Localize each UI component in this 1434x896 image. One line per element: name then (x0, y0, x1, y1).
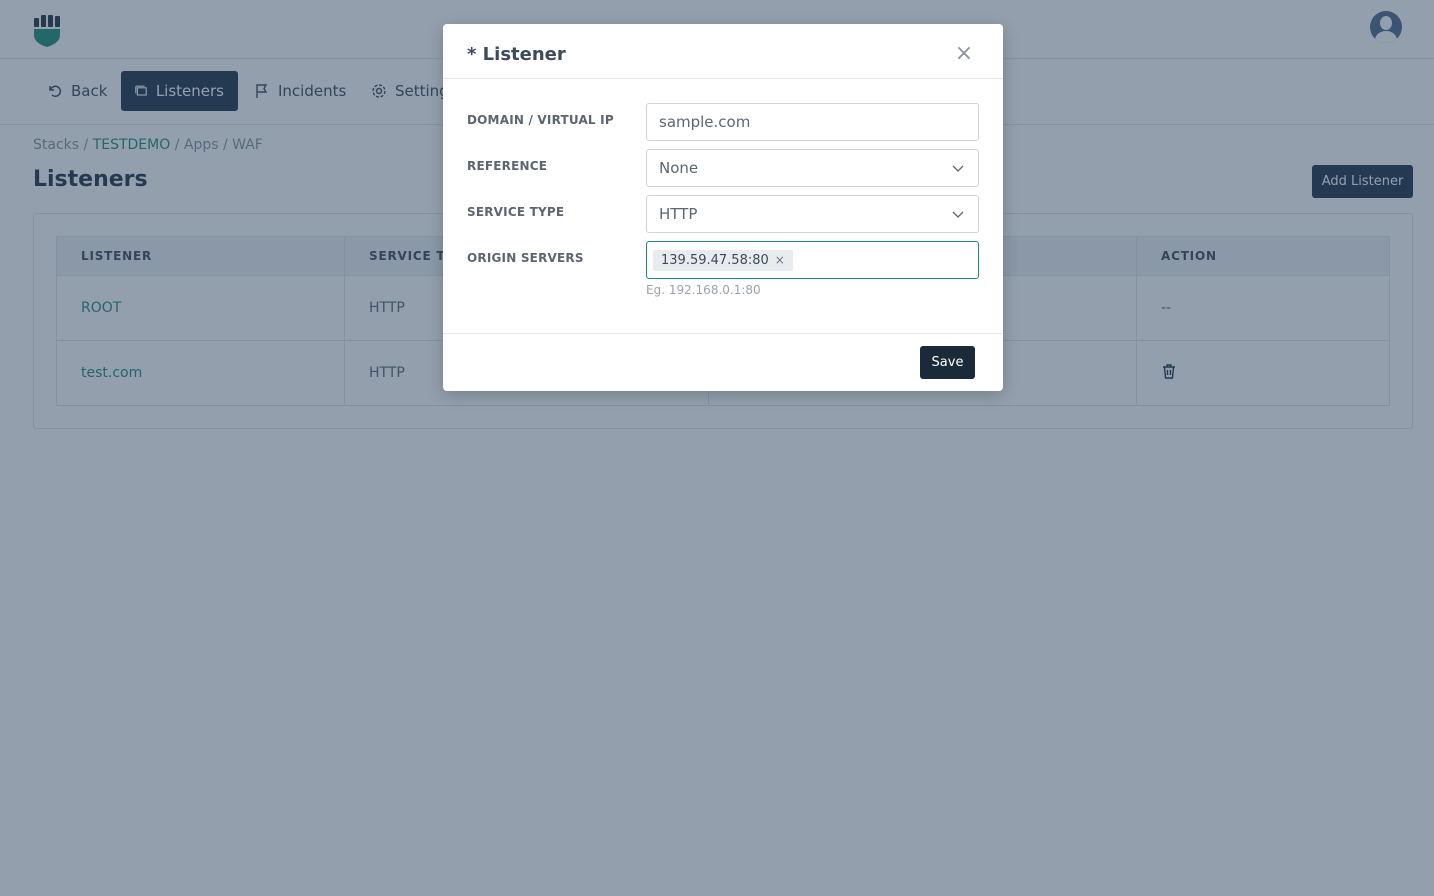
domain-label: DOMAIN / VIRTUAL IP (467, 113, 614, 127)
reference-select[interactable]: None (646, 149, 979, 187)
close-icon[interactable]: × (953, 43, 975, 65)
reference-value: None (659, 159, 699, 177)
modal-header: * Listener × (443, 24, 1003, 79)
service-type-label: SERVICE TYPE (467, 205, 565, 219)
modal-title: * Listener (467, 44, 566, 65)
save-button[interactable]: Save (920, 346, 975, 379)
origin-server-tag-text: 139.59.47.58:80 (661, 252, 769, 268)
domain-input[interactable]: sample.com (646, 103, 979, 141)
origin-server-tag: 139.59.47.58:80 × (653, 249, 793, 271)
chevron-down-icon (952, 211, 964, 218)
chevron-down-icon (952, 165, 964, 172)
listener-modal: * Listener × DOMAIN / VIRTUAL IP sample.… (443, 24, 1003, 391)
origin-servers-label: ORIGIN SERVERS (467, 251, 584, 265)
origin-servers-hint: Eg. 192.168.0.1:80 (646, 283, 761, 297)
origin-servers-input[interactable]: 139.59.47.58:80 × (646, 241, 979, 279)
remove-tag-icon[interactable]: × (775, 253, 785, 267)
service-type-value: HTTP (659, 205, 698, 223)
service-type-select[interactable]: HTTP (646, 195, 979, 233)
modal-footer: Save (443, 333, 1003, 391)
domain-value: sample.com (659, 113, 751, 131)
reference-label: REFERENCE (467, 159, 548, 173)
